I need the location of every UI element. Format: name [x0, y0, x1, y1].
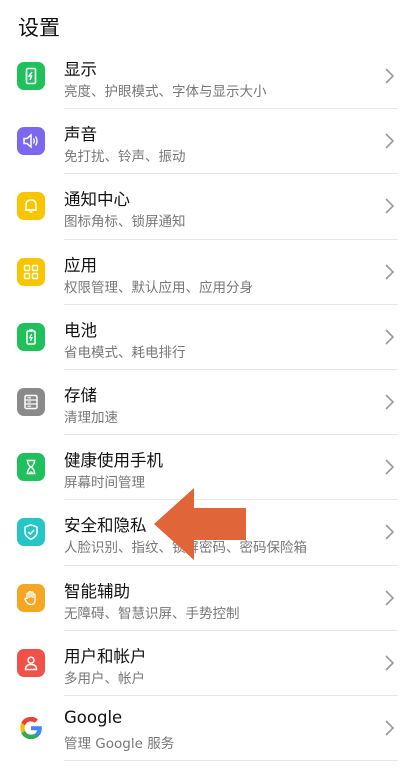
settings-item-label: 存储	[64, 385, 97, 405]
page-title: 设置	[18, 16, 60, 40]
settings-list: 显示 亮度、护眼模式、字体与显示大小 声音 免打扰、铃声、振动 通知中心 图标角…	[0, 44, 412, 762]
chevron-right-icon	[385, 459, 395, 475]
settings-item-label: 健康使用手机	[64, 451, 163, 471]
settings-item-notifications[interactable]: 通知中心 图标角标、锁屏通知	[0, 174, 412, 240]
chevron-right-icon	[385, 133, 395, 149]
settings-item-label: Google	[64, 707, 123, 727]
settings-item-subtitle: 省电模式、耗电排行	[64, 344, 186, 361]
settings-item-smart-assistance[interactable]: 智能辅助 无障碍、智慧识屏、手势控制	[0, 566, 412, 631]
settings-item-label: 声音	[64, 125, 97, 145]
settings-item-label: 智能辅助	[64, 581, 130, 601]
chevron-right-icon	[385, 394, 395, 410]
battery-icon	[17, 322, 45, 351]
hand-icon	[17, 583, 45, 612]
left-arrow-annotation	[154, 488, 246, 560]
settings-item-apps[interactable]: 应用 权限管理、默认应用、应用分身	[0, 240, 412, 305]
settings-item-subtitle: 屏幕时间管理	[64, 475, 145, 492]
settings-item-subtitle: 多用户、帐户	[64, 670, 145, 687]
phone-brightness-icon	[17, 62, 45, 90]
google-icon	[17, 713, 45, 742]
settings-item-subtitle: 权限管理、默认应用、应用分身	[64, 279, 253, 296]
user-icon	[17, 648, 45, 677]
settings-item-storage[interactable]: 存储 清理加速	[0, 370, 412, 436]
settings-item-label: 应用	[64, 255, 97, 275]
settings-item-subtitle: 无障碍、智慧识屏、手势控制	[64, 605, 240, 622]
chevron-right-icon	[385, 263, 395, 280]
settings-item-battery[interactable]: 电池 省电模式、耗电排行	[0, 305, 412, 370]
chevron-right-icon	[385, 589, 395, 606]
chevron-right-icon	[385, 524, 395, 540]
settings-item-label: 用户和帐户	[64, 646, 147, 666]
settings-item-subtitle: 亮度、护眼模式、字体与显示大小	[64, 84, 267, 100]
chevron-right-icon	[385, 329, 395, 345]
chevron-right-icon	[385, 198, 395, 214]
settings-item-label: 电池	[64, 320, 97, 340]
bell-icon	[17, 192, 45, 221]
chevron-right-icon	[385, 655, 395, 671]
settings-item-subtitle: 清理加速	[64, 409, 118, 426]
chevron-right-icon	[385, 720, 395, 736]
settings-item-label: 显示	[64, 60, 97, 79]
settings-item-google[interactable]: Google 管理 Google 服务	[0, 696, 412, 762]
settings-item-subtitle: 免打扰、铃声、振动	[64, 149, 186, 166]
settings-item-subtitle: 管理 Google 服务	[64, 735, 175, 752]
speaker-icon	[17, 127, 45, 156]
settings-item-display[interactable]: 显示 亮度、护眼模式、字体与显示大小	[0, 44, 412, 110]
settings-item-subtitle: 图标角标、锁屏通知	[64, 214, 186, 231]
settings-item-users-accounts[interactable]: 用户和帐户 多用户、帐户	[0, 631, 412, 696]
chevron-right-icon	[385, 68, 395, 84]
settings-item-sound[interactable]: 声音 免打扰、铃声、振动	[0, 109, 412, 175]
hourglass-icon	[17, 453, 45, 482]
settings-item-label: 安全和隐私	[64, 516, 147, 536]
shield-check-icon	[17, 518, 45, 547]
apps-grid-icon	[17, 257, 45, 286]
settings-item-label: 通知中心	[64, 190, 130, 210]
storage-icon	[17, 387, 45, 416]
